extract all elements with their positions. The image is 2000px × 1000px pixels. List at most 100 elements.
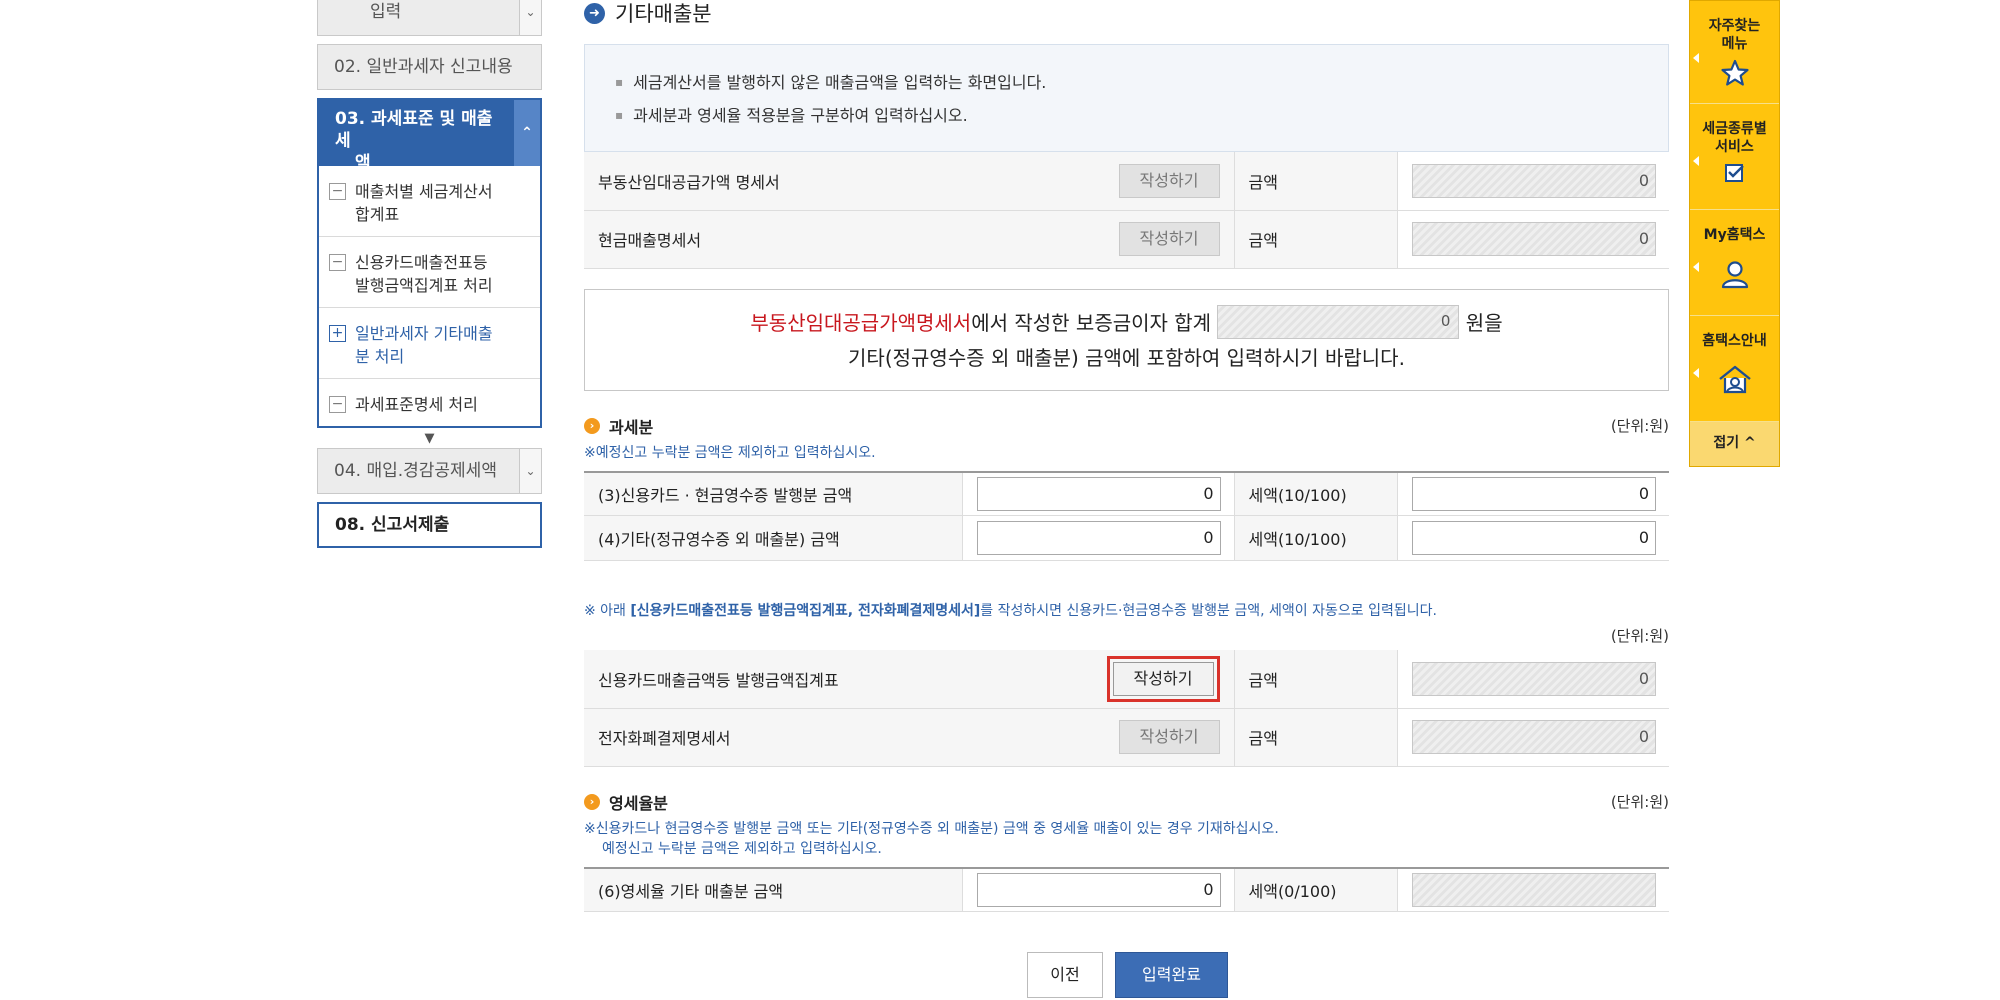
amount-label: 금액 [1234, 210, 1398, 269]
subsection-title: 과세분 [609, 417, 654, 437]
nav-step-04[interactable]: 04. 매입.경감공제세액 ⌄ [317, 448, 542, 494]
quick-menu-label: 홈택스안내 [1702, 333, 1767, 349]
nav-step-label: 08. 신고서제출 [335, 515, 450, 535]
row-label: 부동산임대공급가액 명세서 [584, 152, 1094, 211]
write-button-cash-sales[interactable]: 작성하기 [1118, 222, 1220, 256]
other-sales-amount-input[interactable]: 0 [976, 521, 1221, 555]
nav-step-label: 입력 [370, 2, 402, 22]
chevron-up-icon: ^ [1739, 435, 1756, 451]
amount-label: 금액 [1234, 708, 1398, 767]
row-label: (6)영세율 기타 매출분 금액 [584, 867, 963, 912]
note-text: ※ 아래 [584, 603, 631, 619]
deposit-interest-field: 0 [1217, 305, 1460, 339]
row-label: 현금매출명세서 [584, 210, 1094, 269]
value-cell: 0 [1397, 515, 1669, 561]
value-cell [1397, 867, 1669, 912]
row-label: (3)신용카드 · 현금영수증 발행분 금액 [584, 471, 963, 516]
chevron-down-icon[interactable]: ⌄ [519, 0, 541, 35]
submenu-item-sales-tax-invoice[interactable]: − 매출처별 세금계산서 합계표 [319, 166, 540, 237]
row-label: 전자화폐결제명세서 [584, 708, 1094, 767]
section-title: ➜ 기타매출분 [584, 0, 1669, 26]
chevron-up-icon[interactable]: ⌃ [514, 100, 540, 166]
main-content: ➜ 기타매출분 세금계산서를 발행하지 않은 매출금액을 입력하는 화면입니다.… [584, 0, 1669, 998]
triangle-left-icon [1693, 156, 1699, 166]
card-cash-tax-input[interactable]: 0 [1411, 476, 1656, 511]
submenu-item-other-sales[interactable]: + 일반과세자 기타매출 분 처리 [319, 308, 540, 379]
nav-step-08[interactable]: 08. 신고서제출 [317, 502, 542, 548]
amount-field-real-estate: 0 [1411, 163, 1656, 198]
input-cell: 0 [962, 471, 1235, 516]
expand-icon: + [329, 325, 346, 342]
table-row: 부동산임대공급가액 명세서 작성하기 금액 0 [584, 152, 1669, 211]
notice-link-text: 부동산임대공급가액명세서 [750, 310, 972, 335]
notice-text: 원을 [1465, 310, 1503, 335]
zero-rate-note: 예정신고 누락분 금액은 제외하고 입력하십시오. [602, 840, 882, 857]
prev-button[interactable]: 이전 [1027, 952, 1103, 998]
submenu-label: 신용카드매출전표등 [355, 253, 488, 272]
auto-fill-note: ※ 아래 [신용카드매출전표등 발행금액집계표, 전자화폐결제명세서]를 작성하… [584, 601, 1669, 621]
nav-step-label: 04. 매입.경감공제세액 [334, 461, 497, 481]
action-cell: 작성하기 [1094, 152, 1235, 211]
taxable-header: › 과세분 (단위:원) [584, 415, 1669, 437]
amount-label: 금액 [1234, 152, 1398, 211]
unit-label: (단위:원) [1610, 793, 1669, 811]
collapse-icon: − [329, 254, 346, 271]
quick-menu-label: 자주찾는 [1708, 18, 1761, 34]
nav-step-01-partial[interactable]: 입력 ⌄ [317, 0, 542, 36]
write-button-e-money[interactable]: 작성하기 [1118, 720, 1220, 754]
nav-step-label: 02. 일반과세자 신고내용 [334, 57, 513, 77]
info-box: 세금계산서를 발행하지 않은 매출금액을 입력하는 화면입니다. 과세분과 영세… [584, 44, 1669, 152]
nav-step-03[interactable]: 03. 과세표준 및 매출세 액 ⌃ [317, 98, 542, 173]
zero-rate-note: ※신용카드나 현금영수증 발행분 금액 또는 기타(정규영수증 외 매출분) 금… [584, 820, 1279, 837]
arrow-right-icon: ➜ [584, 2, 605, 24]
triangle-left-icon [1693, 368, 1699, 378]
house-icon [1718, 365, 1751, 394]
amount-field-cash-sales: 0 [1411, 222, 1656, 256]
info-line: 세금계산서를 발행하지 않은 매출금액을 입력하는 화면입니다. [615, 67, 1638, 100]
collapse-icon: − [329, 396, 346, 413]
table-row: 전자화폐결제명세서 작성하기 금액 0 [584, 708, 1669, 767]
input-cell: 0 [962, 515, 1235, 561]
card-cash-amount-input[interactable]: 0 [976, 476, 1221, 511]
submenu-item-tax-base[interactable]: − 과세표준명세 처리 [319, 379, 540, 426]
quick-menu-favorites[interactable]: 자주찾는 메뉴 [1690, 1, 1779, 104]
zero-rate-amount-input[interactable]: 0 [976, 872, 1221, 907]
submenu-label-cont: 합계표 [355, 205, 400, 224]
action-cell: 작성하기 [1094, 210, 1235, 269]
quick-menu-label-cont: 서비스 [1715, 139, 1754, 155]
value-cell: 0 [1397, 708, 1669, 767]
chevron-down-icon[interactable]: ⌄ [519, 449, 541, 493]
quick-menu-my-hometax[interactable]: My홈택스 [1690, 210, 1779, 316]
subsection-title: 영세율분 [609, 793, 668, 813]
quick-menu-fold-button[interactable]: 접기 ^ [1690, 422, 1779, 466]
triangle-left-icon [1693, 53, 1699, 63]
write-button-credit-card-summary[interactable]: 작성하기 [1112, 661, 1214, 696]
write-button-real-estate[interactable]: 작성하기 [1118, 163, 1220, 198]
unit-label: (단위:원) [1610, 417, 1669, 435]
notice-text: 기타(정규영수증 외 매출분) 금액에 포함하여 입력하시기 바랍니다. [848, 346, 1405, 370]
quick-menu-hometax-guide[interactable]: 홈택스안내 [1690, 316, 1779, 422]
nav-step-label: 03. 과세표준 및 매출세 [335, 109, 493, 151]
amount-label: 금액 [1234, 650, 1398, 709]
other-sales-tax-input[interactable]: 0 [1411, 521, 1656, 555]
amount-field-e-money: 0 [1411, 720, 1656, 754]
action-cell: 작성하기 [1094, 650, 1235, 709]
quick-menu: 자주찾는 메뉴 세금종류별 서비스 My홈택스 홈택스안내 접기 ^ [1689, 0, 1780, 467]
row-label: (4)기타(정규영수증 외 매출분) 금액 [584, 515, 963, 561]
left-navigation: 입력 ⌄ 02. 일반과세자 신고내용 03. 과세표준 및 매출세 액 ⌃ −… [317, 0, 542, 548]
arrow-right-icon: › [584, 417, 600, 434]
submenu-label-cont: 분 처리 [355, 347, 405, 366]
triangle-left-icon [1693, 262, 1699, 272]
quick-menu-tax-services[interactable]: 세금종류별 서비스 [1690, 104, 1779, 210]
submit-button[interactable]: 입력완료 [1115, 952, 1228, 998]
tax-label: 세액(10/100) [1234, 471, 1398, 516]
quick-menu-label: 세금종류별 [1702, 121, 1767, 137]
amount-field-credit-card-summary: 0 [1411, 661, 1656, 696]
fold-label: 접기 [1713, 435, 1740, 451]
zero-rate-table: (6)영세율 기타 매출분 금액 0 세액(0/100) [584, 866, 1669, 912]
nav-step-03-submenu: − 매출처별 세금계산서 합계표 − 신용카드매출전표등 발행금액집계표 처리 + … [317, 166, 542, 428]
submenu-item-credit-card[interactable]: − 신용카드매출전표등 발행금액집계표 처리 [319, 237, 540, 308]
input-cell: 0 [962, 867, 1235, 912]
page-title: 기타매출분 [615, 2, 712, 26]
nav-step-02[interactable]: 02. 일반과세자 신고내용 [317, 44, 542, 90]
